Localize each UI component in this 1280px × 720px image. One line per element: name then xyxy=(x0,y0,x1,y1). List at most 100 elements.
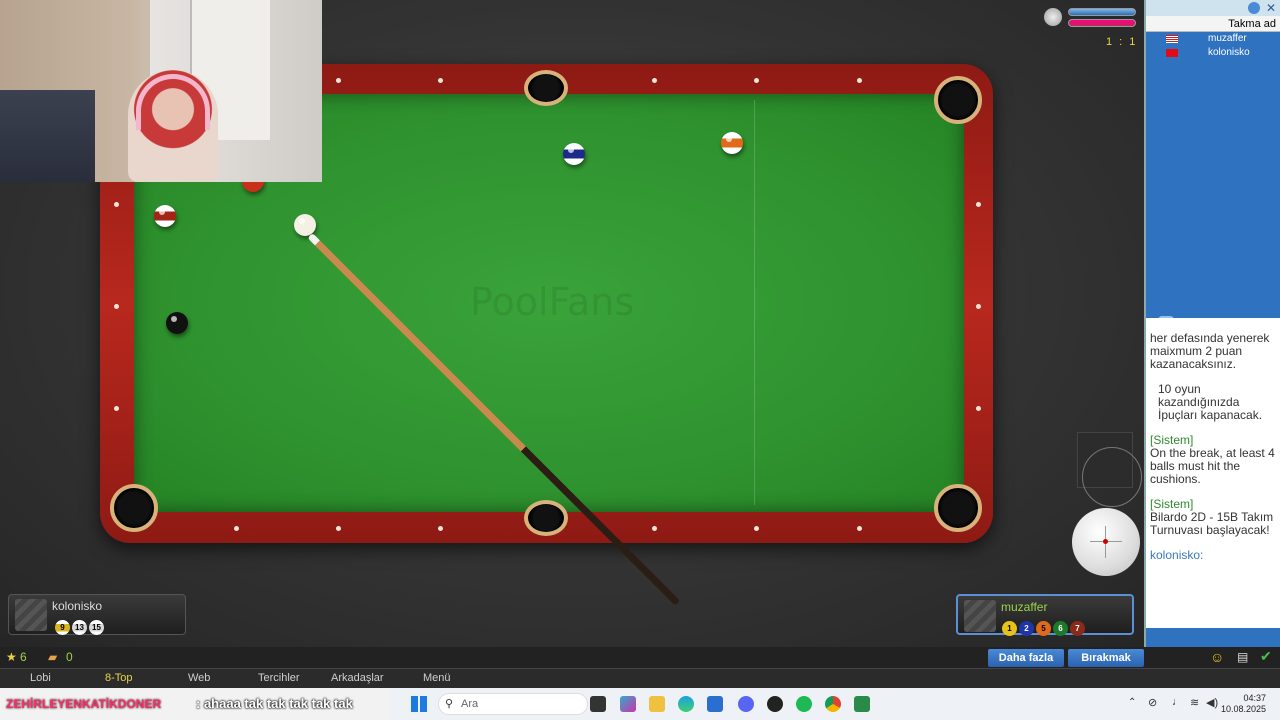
edge-icon[interactable] xyxy=(678,696,694,712)
wifi-icon[interactable]: ≋ xyxy=(1190,696,1199,709)
ball-chip-solid: 1 xyxy=(1002,621,1017,636)
stream-chat-ticker: ZEHİRLEYENKATİKDONER : ahaaa tak tak tak… xyxy=(0,688,390,720)
system-clock[interactable]: 04:37 10.08.2025 xyxy=(1221,693,1266,715)
power-bar-red xyxy=(1068,19,1136,27)
score-display: 1 : 1 xyxy=(1106,36,1138,48)
discord-icon[interactable] xyxy=(738,696,754,712)
tray-chevron-icon[interactable]: ⌃ xyxy=(1128,697,1136,708)
ball-stripe-blue xyxy=(563,143,585,165)
menu-item-8ball[interactable]: 8-Top xyxy=(105,672,133,684)
player-panel-left: kolonisko 9 13 15 xyxy=(8,594,186,635)
user-list-header: Takma ad xyxy=(1146,16,1280,32)
check-icon[interactable]: ✔ xyxy=(1260,648,1272,665)
user-row[interactable]: muzaffer xyxy=(1146,32,1280,46)
volume-icon[interactable]: ◀) xyxy=(1206,696,1218,709)
rail-diamond xyxy=(857,78,862,83)
coin-icon: ▰ xyxy=(48,650,58,664)
menu-item-web[interactable]: Web xyxy=(188,672,210,684)
menu-item-preferences[interactable]: Tercihler xyxy=(258,672,300,684)
taskbar: ZEHİRLEYENKATİKDONER : ahaaa tak tak tak… xyxy=(0,688,1280,720)
file-explorer-icon[interactable] xyxy=(649,696,665,712)
aim-angle-control[interactable] xyxy=(1077,432,1142,507)
clock-time: 04:37 xyxy=(1243,693,1266,703)
menu-item-friends[interactable]: Arkadaşlar xyxy=(331,672,384,684)
chat-self-prompt: kolonisko: xyxy=(1150,548,1204,562)
table-watermark: PoolFans xyxy=(470,280,635,324)
store-icon[interactable] xyxy=(707,696,723,712)
user-row[interactable]: kolonisko xyxy=(1146,46,1280,60)
ball-stripe-orange xyxy=(721,132,743,154)
ball-chip-solid: 6 xyxy=(1053,621,1068,636)
player-balls: 9 13 15 xyxy=(55,617,106,635)
network-icon[interactable]: ⊘ xyxy=(1148,696,1157,709)
system-label: [Sistem] xyxy=(1150,497,1194,511)
rail-diamond xyxy=(976,406,981,411)
ball-chip-stripe: 15 xyxy=(89,620,104,635)
smile-icon[interactable]: ☺ xyxy=(1210,649,1224,665)
ball-chip-solid: 5 xyxy=(1036,621,1051,636)
pocket-top-right xyxy=(934,76,982,124)
spotify-icon[interactable] xyxy=(796,696,812,712)
us-flag-icon xyxy=(1166,35,1178,43)
search-icon: ⚲ xyxy=(445,698,454,710)
timer-icon xyxy=(1044,8,1062,26)
screen: PoolFans 1: 1 kolonisko 9 13 15 muzaffe… xyxy=(0,0,1280,720)
task-view-icon[interactable] xyxy=(590,696,606,712)
rail-diamond xyxy=(114,406,119,411)
power-bar-blue xyxy=(1068,8,1136,16)
chat-message: 10 oyun kazandığınızda İpuçları kapanaca… xyxy=(1158,382,1263,422)
mic-icon[interactable]: ♩ xyxy=(1172,696,1183,708)
pocket-bottom-middle xyxy=(524,500,568,536)
chat-text: Bilardo 2D - 15B Takım Turnuvası başlaya… xyxy=(1150,510,1274,537)
chat-message: [Sistem] Bilardo 2D - 15B Takım Turnuvası… xyxy=(1150,498,1278,537)
rail-diamond xyxy=(754,78,759,83)
rail-diamond xyxy=(857,526,862,531)
chat-log: her defasında yenerek maixmum 2 puan kaz… xyxy=(1146,318,1280,628)
rail-diamond xyxy=(234,526,239,531)
chat-input[interactable] xyxy=(1146,628,1280,647)
pocket-bottom-left xyxy=(110,484,158,532)
chat-bubble-icon[interactable]: ▤ xyxy=(1237,650,1248,664)
copilot-icon[interactable] xyxy=(620,696,636,712)
webcam-overlay xyxy=(0,0,322,182)
eight-ball xyxy=(166,312,188,334)
ticker-message: : ahaaa tak tak tak tak tak xyxy=(196,696,353,711)
tr-flag-icon xyxy=(1166,49,1178,57)
ball-chip-stripe: 13 xyxy=(72,620,87,635)
ball-chip-solid: 7 xyxy=(1070,621,1085,636)
spin-dot xyxy=(1103,539,1108,544)
player-panel-right: muzaffer 12567 xyxy=(956,594,1134,636)
player-balls: 12567 xyxy=(1002,618,1087,636)
rail-diamond xyxy=(114,304,119,309)
close-icon[interactable]: ✕ xyxy=(1266,1,1276,15)
obs-icon[interactable] xyxy=(767,696,783,712)
chrome-icon[interactable] xyxy=(825,696,841,712)
more-button[interactable]: Daha fazla xyxy=(988,649,1064,667)
menu-item-lobby[interactable]: Lobi xyxy=(30,672,51,684)
cue-ball[interactable] xyxy=(294,214,316,236)
user-name: muzaffer xyxy=(1208,33,1247,44)
game-area[interactable]: PoolFans 1: 1 kolonisko 9 13 15 muzaffe… xyxy=(0,0,1144,647)
leave-button[interactable]: Bırakmak xyxy=(1068,649,1144,667)
rail-diamond xyxy=(754,526,759,531)
rail-diamond xyxy=(976,304,981,309)
avatar xyxy=(15,599,47,631)
chat-message: her defasında yenerek maixmum 2 puan kaz… xyxy=(1150,331,1270,371)
player-name: muzaffer xyxy=(1001,600,1048,614)
rail-diamond xyxy=(652,78,657,83)
clock-date: 10.08.2025 xyxy=(1220,704,1266,714)
system-label: [Sistem] xyxy=(1150,433,1194,447)
taskbar-search[interactable]: ⚲ Ara xyxy=(438,693,588,715)
game-app-icon[interactable] xyxy=(854,696,870,712)
windows-start-icon[interactable] xyxy=(411,696,427,712)
pocket-bottom-right xyxy=(934,484,982,532)
download-icon[interactable] xyxy=(1248,2,1260,14)
user-name: kolonisko xyxy=(1208,47,1250,58)
rail-diamond xyxy=(438,78,443,83)
chat-text: On the break, at least 4 balls must hit … xyxy=(1150,446,1275,486)
head-string-line xyxy=(754,100,755,505)
spin-control-ball[interactable] xyxy=(1072,508,1140,576)
right-sidebar: ✕ Takma ad muzaffer kolonisko her defası… xyxy=(1144,0,1280,647)
avatar xyxy=(964,600,996,632)
menu-item-menu[interactable]: Menü xyxy=(423,672,451,684)
